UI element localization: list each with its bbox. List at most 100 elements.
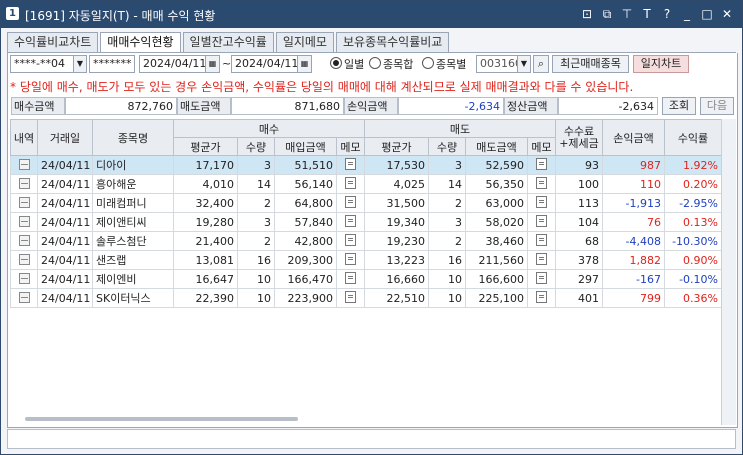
memo-icon[interactable] xyxy=(536,177,547,189)
sell-memo-icon-cell[interactable] xyxy=(527,250,556,270)
radio-stock-sum-dot[interactable] xyxy=(369,57,381,69)
memo-icon[interactable] xyxy=(536,272,547,284)
header-stock-name[interactable]: 종목명 xyxy=(92,119,174,156)
detail-icon-cell[interactable] xyxy=(10,231,38,251)
radio-by-stock-dot[interactable] xyxy=(422,57,434,69)
radio-daily-dot[interactable] xyxy=(330,57,342,69)
detail-icon[interactable] xyxy=(18,272,30,284)
detail-icon-cell[interactable] xyxy=(10,250,38,270)
header-fee[interactable]: 수수료 +제세금 xyxy=(555,119,603,156)
header-detail[interactable]: 내역 xyxy=(10,119,38,156)
table-row[interactable]: 24/04/11 제이앤티씨 19,280 3 57,840 19,340 3 58,020 1… xyxy=(10,212,722,232)
header-sell-amount[interactable]: 매도금액 xyxy=(465,137,528,156)
pin-icon[interactable]: ⊤ xyxy=(620,6,634,22)
radio-stock-sum[interactable]: 종목합 xyxy=(369,57,413,73)
detail-icon-cell[interactable] xyxy=(10,269,38,289)
table-row[interactable]: 24/04/11 흥아해운 4,010 14 56,140 4,025 14 56,350 10… xyxy=(10,174,722,194)
buy-memo-icon-cell[interactable] xyxy=(336,174,365,194)
date-from-input[interactable]: 2024/04/11 xyxy=(139,55,206,73)
buy-memo-icon-cell[interactable] xyxy=(336,193,365,213)
sell-memo-icon-cell[interactable] xyxy=(527,231,556,251)
journal-chart-button[interactable]: 일지차트 xyxy=(633,55,689,73)
memo-icon[interactable] xyxy=(345,196,356,208)
title-bar[interactable]: 1 [1691] 자동일지(T) - 매매 수익 현황 ⊡ ⧉ ⊤ T? _ □ ✕ xyxy=(1,1,742,28)
table-row[interactable]: 24/04/11 솔루스첨단 21,400 2 42,800 19,230 2 38,460 6… xyxy=(10,231,722,251)
memo-icon[interactable] xyxy=(536,215,547,227)
header-buy-qty[interactable]: 수량 xyxy=(237,137,275,156)
detail-icon[interactable] xyxy=(18,177,30,189)
recent-trades-button[interactable]: 최근매매종목 xyxy=(552,55,629,73)
tab-2[interactable]: 일별잔고수익률 xyxy=(182,32,274,52)
radio-by-stock[interactable]: 종목별 xyxy=(422,57,466,73)
memo-icon[interactable] xyxy=(345,291,356,303)
buy-memo-icon-cell[interactable] xyxy=(336,269,365,289)
detail-icon-cell[interactable] xyxy=(10,193,38,213)
account-select[interactable]: ****-**04 xyxy=(10,55,74,73)
memo-icon[interactable] xyxy=(536,253,547,265)
memo-icon[interactable] xyxy=(536,158,547,170)
buy-memo-icon-cell[interactable] xyxy=(336,250,365,270)
next-button[interactable]: 다음 xyxy=(700,97,734,115)
window-icon[interactable]: ⊡ xyxy=(580,6,594,22)
sell-memo-icon-cell[interactable] xyxy=(527,288,556,308)
query-button[interactable]: 조회 xyxy=(662,97,696,115)
memo-icon[interactable] xyxy=(345,215,356,227)
search-icon[interactable]: ⌕ xyxy=(533,55,549,73)
header-sell-memo[interactable]: 메모 xyxy=(527,137,556,156)
close-icon[interactable]: ✕ xyxy=(720,6,734,22)
detail-icon[interactable] xyxy=(18,253,30,265)
stock-code-dropdown-icon[interactable]: ▼ xyxy=(517,55,531,73)
memo-icon[interactable] xyxy=(345,234,356,246)
header-date[interactable]: 거래일 xyxy=(37,119,93,156)
memo-icon[interactable] xyxy=(345,253,356,265)
buy-memo-icon-cell[interactable] xyxy=(336,231,365,251)
help-icon[interactable]: ? xyxy=(660,6,674,22)
detail-icon-cell[interactable] xyxy=(10,155,38,175)
detail-icon[interactable] xyxy=(18,158,30,170)
memo-icon[interactable] xyxy=(536,234,547,246)
tab-3[interactable]: 일지메모 xyxy=(275,32,334,52)
buy-memo-icon-cell[interactable] xyxy=(336,288,365,308)
detail-icon[interactable] xyxy=(18,215,30,227)
header-buy-avg[interactable]: 평균가 xyxy=(173,137,238,156)
account-dropdown-icon[interactable]: ▼ xyxy=(73,55,87,73)
memo-icon[interactable] xyxy=(536,196,547,208)
header-rate[interactable]: 수익률 xyxy=(664,119,722,156)
radio-daily[interactable]: 일별 xyxy=(330,57,364,73)
detail-icon[interactable] xyxy=(18,291,30,303)
memo-icon[interactable] xyxy=(536,291,547,303)
table-row[interactable]: 24/04/11 디아이 17,170 3 51,510 17,530 3 52,590 93 9… xyxy=(10,155,722,175)
detail-icon-cell[interactable] xyxy=(10,174,38,194)
vertical-scrollbar[interactable] xyxy=(721,119,736,425)
maximize-icon[interactable]: □ xyxy=(700,6,714,22)
tab-0[interactable]: 수익률비교차트 xyxy=(7,32,99,52)
buy-memo-icon-cell[interactable] xyxy=(336,212,365,232)
table-row[interactable]: 24/04/11 미래컴퍼니 32,400 2 64,800 31,500 2 63,000 1… xyxy=(10,193,722,213)
detail-icon-cell[interactable] xyxy=(10,212,38,232)
tab-4[interactable]: 보유종목수익률비교 xyxy=(335,32,450,52)
horizontal-scrollbar[interactable] xyxy=(25,417,298,421)
sell-memo-icon-cell[interactable] xyxy=(527,269,556,289)
detail-icon[interactable] xyxy=(18,234,30,246)
sell-memo-icon-cell[interactable] xyxy=(527,174,556,194)
password-field[interactable]: ******* xyxy=(89,55,135,73)
detail-icon[interactable] xyxy=(18,196,30,208)
memo-icon[interactable] xyxy=(345,158,356,170)
restore-icon[interactable]: ⧉ xyxy=(600,6,614,22)
sell-memo-icon-cell[interactable] xyxy=(527,155,556,175)
date-to-input[interactable]: 2024/04/11 xyxy=(231,55,298,73)
calendar-from-icon[interactable]: ▦ xyxy=(205,55,220,73)
header-buy-memo[interactable]: 메모 xyxy=(336,137,365,156)
memo-icon[interactable] xyxy=(345,177,356,189)
memo-icon[interactable] xyxy=(345,272,356,284)
calendar-to-icon[interactable]: ▦ xyxy=(297,55,312,73)
header-sell-qty[interactable]: 수량 xyxy=(428,137,466,156)
minimize-icon[interactable]: _ xyxy=(680,6,694,22)
sell-memo-icon-cell[interactable] xyxy=(527,212,556,232)
buy-memo-icon-cell[interactable] xyxy=(336,155,365,175)
table-row[interactable]: 24/04/11 SK이터닉스 22,390 10 223,900 22,510 10 225… xyxy=(10,288,722,308)
header-buy-amount[interactable]: 매입금액 xyxy=(274,137,337,156)
text-size-icon[interactable]: T xyxy=(640,6,654,22)
tab-1[interactable]: 매매수익현황 xyxy=(100,32,181,53)
table-row[interactable]: 24/04/11 샌즈랩 13,081 16 209,300 13,223 16 211,56… xyxy=(10,250,722,270)
